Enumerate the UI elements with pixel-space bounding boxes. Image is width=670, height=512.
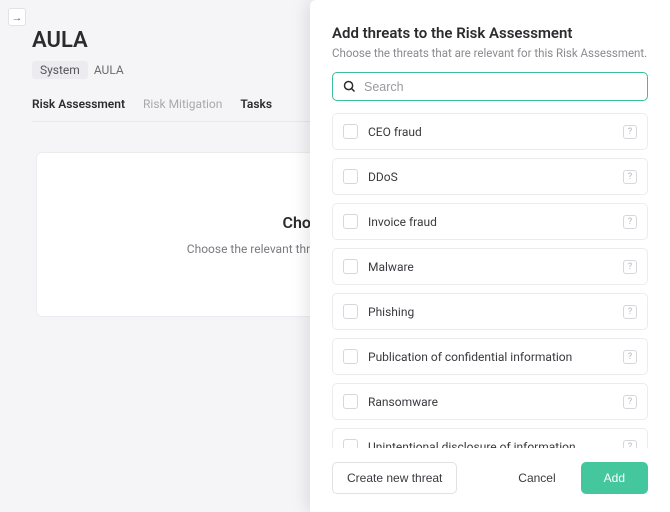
search-field-wrap[interactable] — [332, 72, 648, 101]
cancel-button[interactable]: Cancel — [503, 462, 570, 494]
threat-item[interactable]: Malware? — [332, 248, 648, 285]
add-threats-modal: Add threats to the Risk Assessment Choos… — [310, 0, 670, 512]
help-icon[interactable]: ? — [623, 260, 637, 274]
breadcrumb-chip: System — [32, 61, 88, 79]
modal-footer: Create new threat Cancel Add — [332, 448, 648, 512]
threat-checkbox[interactable] — [343, 169, 358, 184]
help-icon[interactable]: ? — [623, 395, 637, 409]
threat-label: Unintentional disclosure of information — [368, 440, 623, 449]
add-button[interactable]: Add — [581, 462, 648, 494]
threat-list: CEO fraud?DDoS?Invoice fraud?Malware?Phi… — [332, 113, 648, 448]
modal-subtitle: Choose the threats that are relevant for… — [332, 46, 648, 60]
search-icon — [342, 79, 357, 94]
help-icon[interactable]: ? — [623, 305, 637, 319]
modal-title: Add threats to the Risk Assessment — [332, 24, 648, 42]
threat-label: CEO fraud — [368, 125, 623, 139]
help-icon[interactable]: ? — [623, 125, 637, 139]
tab-risk-mitigation[interactable]: Risk Mitigation — [143, 97, 222, 121]
threat-checkbox[interactable] — [343, 304, 358, 319]
threat-item[interactable]: DDoS? — [332, 158, 648, 195]
threat-label: Ransomware — [368, 395, 623, 409]
threat-item[interactable]: Phishing? — [332, 293, 648, 330]
threat-item[interactable]: Ransomware? — [332, 383, 648, 420]
threat-item[interactable]: Invoice fraud? — [332, 203, 648, 240]
help-icon[interactable]: ? — [623, 350, 637, 364]
help-icon[interactable]: ? — [623, 440, 637, 449]
expand-sidebar-button[interactable]: → — [8, 8, 26, 26]
threat-item[interactable]: Unintentional disclosure of information? — [332, 428, 648, 448]
create-new-threat-button[interactable]: Create new threat — [332, 462, 457, 494]
threat-checkbox[interactable] — [343, 394, 358, 409]
threat-checkbox[interactable] — [343, 349, 358, 364]
tab-risk-assessment[interactable]: Risk Assessment — [32, 97, 125, 121]
threat-checkbox[interactable] — [343, 124, 358, 139]
threat-item[interactable]: CEO fraud? — [332, 113, 648, 150]
threat-label: Invoice fraud — [368, 215, 623, 229]
help-icon[interactable]: ? — [623, 170, 637, 184]
search-input[interactable] — [364, 80, 638, 94]
threat-checkbox[interactable] — [343, 439, 358, 448]
threat-label: Publication of confidential information — [368, 350, 623, 364]
threat-label: DDoS — [368, 170, 623, 184]
breadcrumb-name: AULA — [94, 63, 124, 77]
threat-checkbox[interactable] — [343, 259, 358, 274]
threat-checkbox[interactable] — [343, 214, 358, 229]
threat-item[interactable]: Publication of confidential information? — [332, 338, 648, 375]
tab-tasks[interactable]: Tasks — [240, 97, 272, 121]
threat-label: Malware — [368, 260, 623, 274]
help-icon[interactable]: ? — [623, 215, 637, 229]
threat-label: Phishing — [368, 305, 623, 319]
